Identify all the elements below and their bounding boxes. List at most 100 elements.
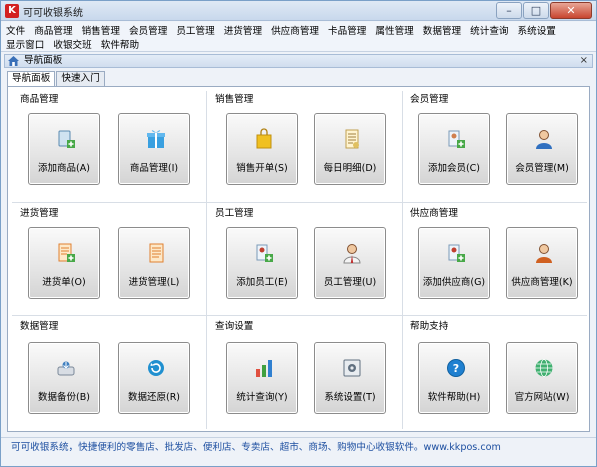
status-text: 可可收银系统，快捷便利的零售店、批发店、便利店、专卖店、超市、商场、购物中心收银… [11, 442, 501, 453]
group-label-members: 会员管理 [410, 94, 449, 105]
tile-label: 添加供应商(G) [422, 277, 486, 288]
app-window: K 可可收银系统 – □ ✕ 文件 商品管理 销售管理 会员管理 员工管理 进货… [0, 0, 597, 467]
nav-panel-title: 导航面板 [24, 55, 63, 66]
menu-file[interactable]: 文件 [6, 23, 25, 37]
add-supplier-icon [448, 244, 465, 262]
group-label-help: 帮助支持 [410, 321, 449, 332]
data-backup-button[interactable]: 数据备份(B) [28, 342, 100, 414]
menu-supplier-management[interactable]: 供应商管理 [271, 23, 319, 37]
employee-icon [343, 244, 361, 264]
system-settings-button[interactable]: 系统设置(T) [314, 342, 386, 414]
tab-nav-panel[interactable]: 导航面板 [7, 71, 56, 87]
sales-order-button[interactable]: 销售开单(S) [226, 113, 298, 185]
menu-data-management[interactable]: 数据管理 [423, 23, 461, 37]
status-bar: 可可收银系统，快捷便利的零售店、批发店、便利店、专卖店、超市、商场、购物中心收银… [1, 437, 596, 453]
purchase-order-icon [58, 243, 75, 262]
add-employee-button[interactable]: 添加员工(E) [226, 227, 298, 299]
main-menu-bar: 文件 商品管理 销售管理 会员管理 员工管理 进货管理 供应商管理 卡品管理 属… [1, 22, 596, 37]
add-member-icon [448, 130, 465, 148]
menu-statistics[interactable]: 统计查询 [470, 23, 508, 37]
menu-sales-management[interactable]: 销售管理 [82, 23, 120, 37]
nav-content: 商品管理 销售管理 会员管理 进货管理 员工管理 供应商管理 数据管理 查询设置… [7, 86, 590, 432]
purchase-management-button[interactable]: 进货管理(L) [118, 227, 190, 299]
group-label-employees: 员工管理 [215, 208, 254, 219]
svg-text:?: ? [453, 362, 459, 375]
home-icon [8, 56, 19, 66]
tile-label: 添加会员(C) [427, 163, 481, 174]
menu-member-management[interactable]: 会员管理 [129, 23, 167, 37]
gift-box-icon [147, 130, 165, 148]
menu-system-settings[interactable]: 系统设置 [518, 23, 556, 37]
minimize-button[interactable]: – [496, 2, 522, 19]
software-help-button[interactable]: ? 软件帮助(H) [418, 342, 490, 414]
settings-icon [343, 359, 361, 377]
member-icon [536, 130, 552, 149]
menu-software-help[interactable]: 软件帮助 [101, 37, 139, 51]
tile-label: 官方网站(W) [514, 392, 570, 403]
menu-card-management[interactable]: 卡品管理 [328, 23, 366, 37]
nav-panel-header: 导航面板 × [4, 54, 593, 68]
tile-label: 数据备份(B) [38, 392, 90, 403]
add-product-button[interactable]: 添加商品(A) [28, 113, 100, 185]
menu-product-management[interactable]: 商品管理 [34, 23, 72, 37]
receipt-icon [345, 129, 359, 149]
window-controls: – □ ✕ [495, 2, 592, 20]
tile-label: 软件帮助(H) [427, 392, 481, 403]
tile-label: 进货管理(L) [128, 277, 180, 288]
purchase-order-button[interactable]: 进货单(O) [28, 227, 100, 299]
tile-label: 销售开单(S) [236, 163, 288, 174]
group-label-products: 商品管理 [20, 94, 59, 105]
tile-label: 每日明细(D) [323, 163, 377, 174]
backup-icon [57, 361, 75, 376]
tile-label: 系统设置(T) [324, 392, 376, 403]
data-restore-button[interactable]: 数据还原(R) [118, 342, 190, 414]
add-supplier-button[interactable]: 添加供应商(G) [418, 227, 490, 299]
tile-label: 员工管理(U) [323, 277, 377, 288]
tile-label: 商品管理(I) [129, 163, 179, 174]
add-member-button[interactable]: 添加会员(C) [418, 113, 490, 185]
group-label-query-settings: 查询设置 [215, 321, 254, 332]
menu-attribute-management[interactable]: 属性管理 [375, 23, 413, 37]
shopping-bag-icon [256, 128, 272, 149]
add-employee-icon [256, 244, 273, 262]
add-product-icon [58, 130, 75, 148]
official-website-button[interactable]: 官方网站(W) [506, 342, 578, 414]
product-management-button[interactable]: 商品管理(I) [118, 113, 190, 185]
help-icon: ? [447, 359, 465, 377]
menu-show-window[interactable]: 显示窗口 [6, 37, 44, 51]
tab-quick-start[interactable]: 快速入门 [56, 71, 105, 86]
row-divider [12, 202, 587, 203]
member-management-button[interactable]: 会员管理(M) [506, 113, 578, 185]
row-divider [12, 315, 587, 316]
secondary-menu-bar: 显示窗口 收银交班 软件帮助 [1, 37, 596, 52]
supplier-management-button[interactable]: 供应商管理(K) [506, 227, 578, 299]
restore-icon [148, 360, 164, 376]
group-label-data: 数据管理 [20, 321, 59, 332]
daily-details-button[interactable]: 每日明细(D) [314, 113, 386, 185]
statistics-query-button[interactable]: 统计查询(Y) [226, 342, 298, 414]
column-divider [206, 91, 207, 429]
group-label-suppliers: 供应商管理 [410, 208, 458, 219]
menu-shift-handover[interactable]: 收银交班 [53, 37, 91, 51]
title-bar[interactable]: K 可可收银系统 – □ ✕ [1, 1, 596, 21]
website-icon [535, 359, 553, 377]
app-logo-icon: K [5, 4, 19, 18]
tab-bar: 导航面板 快速入门 [7, 71, 106, 87]
group-label-sales: 销售管理 [215, 94, 254, 105]
group-label-purchase: 进货管理 [20, 208, 59, 219]
close-button[interactable]: ✕ [550, 2, 592, 19]
tile-label: 统计查询(Y) [236, 392, 288, 403]
employee-management-button[interactable]: 员工管理(U) [314, 227, 386, 299]
menu-purchase-management[interactable]: 进货管理 [224, 23, 262, 37]
menu-employee-management[interactable]: 员工管理 [176, 23, 214, 37]
tile-label: 供应商管理(K) [511, 277, 573, 288]
window-title: 可可收银系统 [23, 8, 83, 19]
tile-label: 进货单(O) [42, 277, 86, 288]
tile-label: 添加员工(E) [236, 277, 288, 288]
panel-close-icon[interactable]: × [580, 55, 588, 67]
tile-label: 会员管理(M) [515, 163, 569, 174]
purchase-list-icon [149, 243, 164, 263]
supplier-icon [536, 244, 552, 263]
maximize-button[interactable]: □ [523, 2, 549, 19]
column-divider [402, 91, 403, 429]
